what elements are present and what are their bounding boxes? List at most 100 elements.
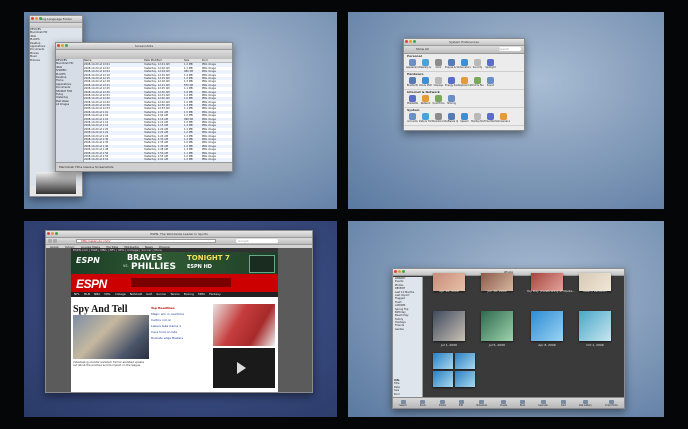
- preference-pane[interactable]: Startup Disk: [471, 112, 484, 125]
- show-all-button[interactable]: Show All: [416, 47, 429, 51]
- file-list[interactable]: Name Date Modified Size Kind 2008-10-20 …: [84, 59, 232, 171]
- espn-page[interactable]: ESPN.com | MLB | NBA | NFL | NHL | Colle…: [71, 248, 278, 392]
- event-thumbnail[interactable]: [481, 311, 513, 341]
- espn-logo[interactable]: ESPN: [76, 277, 107, 291]
- space-2[interactable]: System Preferences Show All Search Perso…: [348, 12, 664, 209]
- headline-link[interactable]: Magic win in overtime: [151, 312, 209, 316]
- espn-nav-item[interactable]: Boxing: [184, 292, 194, 297]
- toolbar-button[interactable]: Card: [561, 399, 566, 407]
- window-titlebar[interactable]: System Preferences: [404, 39, 524, 46]
- event-thumbnail[interactable]: [433, 311, 465, 341]
- preference-pane[interactable]: CDs & DVDs: [419, 76, 432, 89]
- preference-pane[interactable]: Displays: [432, 76, 445, 89]
- espn-nav-item[interactable]: Soccer: [156, 292, 166, 297]
- preference-pane[interactable]: Spotlight: [484, 58, 497, 71]
- safari-window[interactable]: ESPN: The Worldwide Leader In Sports htt…: [45, 230, 313, 393]
- zoom-icon[interactable]: [39, 17, 42, 20]
- preference-pane[interactable]: Bluetooth: [406, 76, 419, 89]
- toolbar-button[interactable]: Web Gallery: [579, 399, 592, 407]
- forward-icon[interactable]: [53, 239, 57, 243]
- zoom-icon[interactable]: [413, 40, 416, 43]
- close-icon[interactable]: [47, 232, 50, 235]
- photo-thumbnail[interactable]: [433, 371, 453, 387]
- column-header-kind[interactable]: Kind: [202, 59, 222, 62]
- minimize-icon[interactable]: [398, 270, 401, 273]
- preference-pane[interactable]: Time Machine: [484, 112, 497, 125]
- espn-nav-item[interactable]: NFL: [74, 292, 80, 297]
- preference-pane[interactable]: Speech: [458, 112, 471, 125]
- address-bar[interactable]: http://espn.go.com/: [76, 239, 216, 243]
- headline-link[interactable]: Rockets edge Blazers: [151, 336, 209, 340]
- window-titlebar[interactable]: Ling Language Folder: [30, 16, 82, 23]
- photo-thumbnail[interactable]: [455, 353, 475, 369]
- sidebar-photo[interactable]: [213, 304, 275, 346]
- toolbar-button[interactable]: Create: [500, 399, 507, 407]
- preference-pane[interactable]: Energy Saver: [445, 76, 458, 89]
- preference-pane[interactable]: Security: [471, 58, 484, 71]
- photo-thumbnail[interactable]: [433, 353, 453, 369]
- toolbar-button[interactable]: Zoom: [420, 399, 426, 407]
- preference-pane[interactable]: Network: [419, 94, 432, 107]
- photo-thumbnail[interactable]: [455, 371, 475, 387]
- minimize-icon[interactable]: [409, 40, 412, 43]
- toolbar-button[interactable]: Edit: [458, 399, 464, 407]
- espn-nav-item[interactable]: NHL: [104, 292, 110, 297]
- espn-nav-item[interactable]: MLB: [84, 292, 90, 297]
- toolbar-button[interactable]: Order Prints: [605, 399, 618, 407]
- preference-pane[interactable]: Print & Fax: [471, 76, 484, 89]
- headline-link[interactable]: Celtics roll on: [151, 318, 209, 322]
- event-thumbnail[interactable]: [531, 311, 563, 341]
- espn-nav-item[interactable]: Fantasy: [209, 292, 221, 297]
- preference-pane[interactable]: Universal Access: [497, 112, 510, 125]
- toolbar-button[interactable]: Book: [520, 399, 525, 407]
- espn-nav-item[interactable]: MMA: [198, 292, 205, 297]
- preference-pane[interactable]: Exposé & Spaces: [445, 58, 458, 71]
- window-titlebar[interactable]: Screenshots: [56, 43, 232, 50]
- column-header-date[interactable]: Date Modified: [144, 59, 184, 62]
- window-titlebar[interactable]: ESPN: The Worldwide Leader In Sports: [46, 231, 312, 238]
- espn-banner-ad[interactable]: ESPN BRAVES vs. PHILLIES TONIGHT 7 ESPN …: [71, 252, 278, 274]
- source-list-item[interactable]: Garden: [393, 328, 422, 331]
- iphoto-window[interactable]: iPhoto LIBRARY Events Photos RECENT Last 12 …: [392, 268, 625, 409]
- video-player[interactable]: [213, 348, 275, 388]
- column-header-size[interactable]: Size: [184, 59, 202, 62]
- toolbar-button[interactable]: Search: [399, 399, 407, 407]
- close-icon[interactable]: [31, 17, 34, 20]
- minimize-icon[interactable]: [51, 232, 54, 235]
- preference-pane[interactable]: Sound: [484, 76, 497, 89]
- espn-nav-item[interactable]: Tennis: [170, 292, 179, 297]
- zoom-icon[interactable]: [55, 232, 58, 235]
- finder-window-front[interactable]: Screenshots DEVICES Macintosh HD iDisk S…: [55, 42, 233, 172]
- minimize-icon[interactable]: [35, 17, 38, 20]
- events-grid[interactable]: Apr 26, 2006 Jun 30, 2006 Toy Day (Celebra…: [423, 273, 624, 398]
- back-icon[interactable]: [48, 239, 52, 243]
- toolbar-button[interactable]: Calendar: [538, 399, 548, 407]
- play-icon[interactable]: [237, 362, 246, 374]
- system-preferences-window[interactable]: System Preferences Show All Search Perso…: [403, 38, 525, 131]
- column-header-name[interactable]: Name: [84, 59, 144, 62]
- search-field[interactable]: Google: [236, 239, 278, 243]
- space-4[interactable]: iPhoto LIBRARY Events Photos RECENT Last 12 …: [348, 221, 664, 417]
- toolbar-button[interactable]: Slideshow: [476, 399, 487, 407]
- close-icon[interactable]: [57, 44, 60, 47]
- preference-pane[interactable]: Parental Controls: [432, 112, 445, 125]
- preference-pane[interactable]: Sharing: [445, 94, 458, 107]
- preference-pane[interactable]: Software Update: [445, 112, 458, 125]
- preference-pane[interactable]: Accounts: [406, 112, 419, 125]
- preference-pane[interactable]: Desktop & Screen Saver: [419, 58, 432, 71]
- toolbar-button[interactable]: Rotate: [439, 399, 446, 407]
- espn-nav-item[interactable]: NBA: [94, 292, 100, 297]
- preference-pane[interactable]: MobileMe: [406, 94, 419, 107]
- headline-link[interactable]: Cavs hold on late: [151, 330, 209, 334]
- event-thumbnail[interactable]: [579, 311, 611, 341]
- close-icon[interactable]: [394, 270, 397, 273]
- close-icon[interactable]: [405, 40, 408, 43]
- preference-pane[interactable]: Date & Time: [419, 112, 432, 125]
- espn-nav-item[interactable]: College: [115, 292, 126, 297]
- zoom-icon[interactable]: [65, 44, 68, 47]
- minimize-icon[interactable]: [61, 44, 64, 47]
- space-1[interactable]: Ling Language Folder DEVICES Macintosh H…: [24, 12, 337, 209]
- zoom-icon[interactable]: [402, 270, 405, 273]
- preference-pane[interactable]: Dock: [432, 58, 445, 71]
- preference-pane[interactable]: International: [458, 58, 471, 71]
